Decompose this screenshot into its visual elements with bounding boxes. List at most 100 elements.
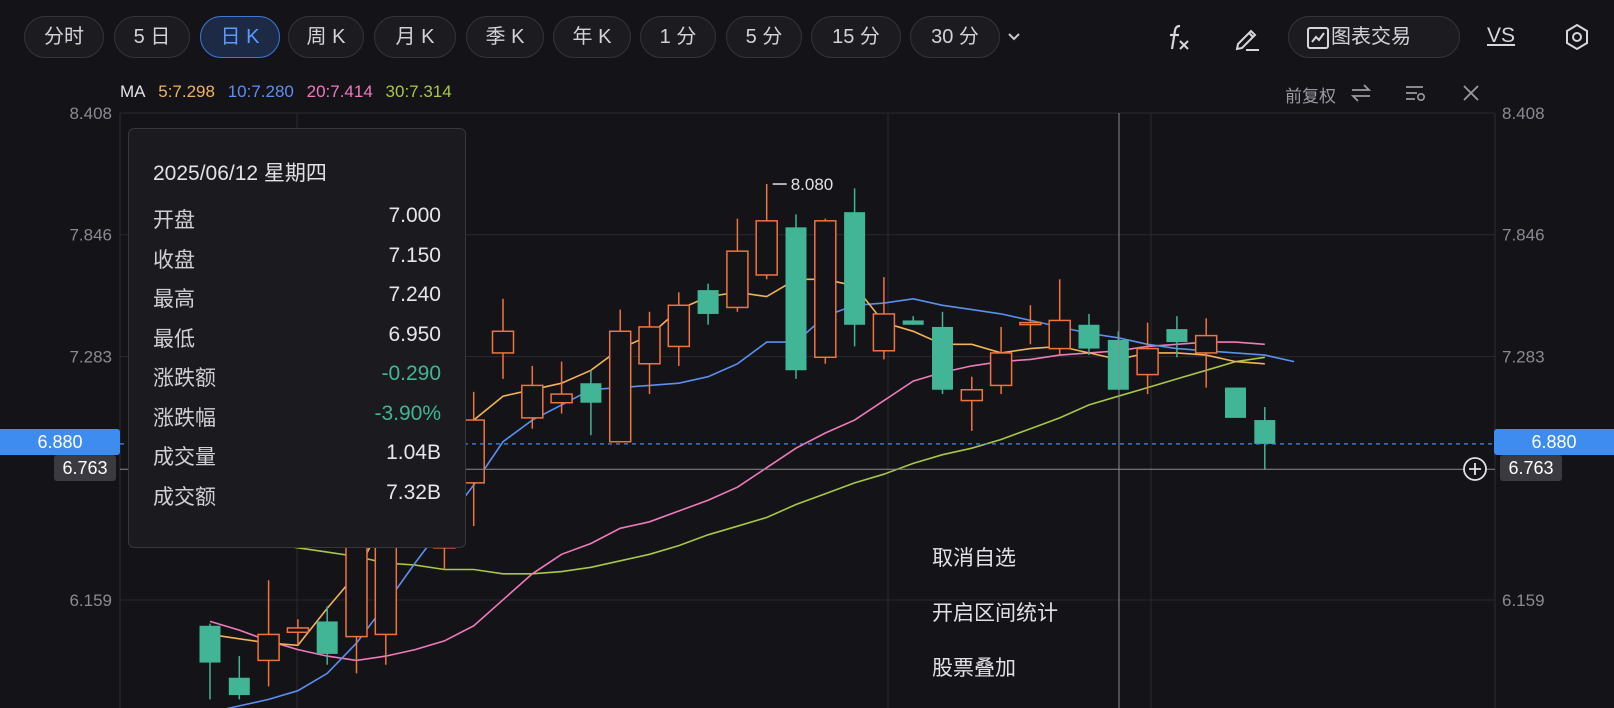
candle — [1048, 279, 1071, 356]
candle — [932, 311, 953, 395]
tooltip-value: 6.950 — [388, 322, 441, 346]
tooltip-value: 7.150 — [388, 243, 441, 267]
candle-body — [960, 388, 984, 402]
context-menu-item[interactable]: 股票叠加 — [932, 652, 1016, 682]
tooltip-row: 最高 7.240 — [153, 283, 441, 313]
candle-body — [1166, 329, 1188, 343]
candle-body — [228, 677, 250, 696]
y-tick-left: 8.408 — [69, 104, 112, 123]
candle — [286, 619, 310, 646]
candle — [667, 292, 691, 366]
tooltip-row: 最低 6.950 — [153, 323, 441, 353]
tooltip-row: 涨跌幅 -3.90% — [153, 402, 441, 432]
candle — [1078, 313, 1100, 356]
candle-body — [1078, 324, 1100, 349]
tooltip-date: 2025/06/12 星期四 — [153, 162, 327, 185]
y-tick-right: 7.846 — [1502, 226, 1545, 245]
candle — [228, 656, 250, 700]
tooltip-label: 收盘 — [153, 248, 195, 272]
current-price-tag-left: 6.880 — [0, 429, 120, 455]
candle — [316, 606, 338, 665]
crosshair-price-tag-left: 6.763 — [54, 455, 116, 481]
candle — [257, 580, 280, 687]
tooltip-row: 收盘 7.150 — [153, 244, 441, 274]
tooltip-label: 涨跌额 — [153, 367, 216, 390]
candle-body — [785, 227, 807, 371]
candle — [550, 361, 573, 414]
y-tick-left: 7.283 — [69, 348, 112, 367]
high-marker-label: 8.080 — [791, 175, 834, 194]
tooltip-value: -3.90% — [374, 401, 441, 425]
candle-body — [814, 220, 837, 359]
tooltip-label: 最低 — [153, 327, 195, 351]
current-price-tag-right: 6.880 — [1494, 429, 1614, 455]
candle-body — [608, 330, 632, 443]
candle — [580, 370, 602, 436]
candle-body — [697, 290, 719, 314]
candle — [1166, 316, 1188, 358]
candle-body — [1136, 347, 1159, 376]
candle — [1019, 305, 1042, 345]
candle-body — [199, 625, 221, 663]
candle-body — [1254, 420, 1276, 444]
context-menu-item[interactable]: 取消自选 — [932, 542, 1016, 572]
candle — [989, 326, 1013, 395]
y-tick-left: 7.846 — [69, 226, 112, 245]
candle-body — [1019, 321, 1042, 326]
tooltip-row: 涨跌额 -0.290 — [153, 362, 441, 392]
candle-body — [286, 627, 310, 634]
candle-body — [844, 212, 866, 325]
candle — [902, 316, 924, 325]
tooltip-value: 7.240 — [388, 283, 441, 306]
candle-body — [989, 352, 1013, 387]
candle — [638, 311, 661, 395]
candle-body — [1048, 319, 1071, 350]
candle-body — [638, 326, 661, 365]
candle-body — [1225, 387, 1246, 418]
candle-body — [902, 320, 924, 325]
candle — [1136, 322, 1159, 395]
tooltip-label: 成交额 — [153, 485, 216, 509]
plus-circle-icon[interactable] — [1462, 456, 1488, 482]
tooltip-label: 开盘 — [153, 209, 195, 232]
candle-body — [726, 250, 749, 309]
context-menu-item[interactable]: 开启区间统计 — [932, 597, 1058, 627]
candle-body — [316, 621, 338, 654]
candle — [814, 218, 837, 364]
tooltip-value: 1.04B — [386, 441, 441, 464]
y-tick-right: 7.283 — [1502, 348, 1545, 367]
candle — [491, 298, 515, 379]
candle — [1225, 387, 1246, 418]
candle-body — [462, 419, 485, 484]
candle — [1254, 407, 1276, 470]
candle-body — [550, 393, 573, 404]
candle-body — [1194, 334, 1218, 354]
tooltip-value: 7.32B — [386, 480, 441, 504]
y-tick-right: 6.159 — [1502, 591, 1545, 610]
tooltip-label: 成交量 — [153, 446, 216, 469]
candle — [608, 309, 632, 443]
candle-body — [1107, 339, 1129, 390]
candle-body — [872, 313, 896, 352]
tooltip-row: 成交额 7.32B — [153, 481, 441, 511]
tooltip-value: 7.000 — [388, 204, 441, 227]
y-tick-left: 6.159 — [69, 591, 112, 610]
candle — [755, 184, 778, 280]
candle-tooltip: 2025/06/12 星期四 开盘 7.000 收盘 7.150 最高 7.240 最低 6.… — [128, 128, 466, 548]
candle-body — [755, 220, 778, 276]
tooltip-row: 开盘 7.000 — [153, 204, 441, 234]
candle-body — [491, 330, 515, 354]
tooltip-row: 成交量 1.04B — [153, 441, 441, 471]
candle-body — [932, 326, 953, 390]
candle — [199, 623, 221, 700]
candle — [1194, 318, 1218, 388]
tooltip-label: 最高 — [153, 288, 195, 311]
candle — [960, 376, 984, 431]
candle-body — [667, 304, 691, 348]
tooltip-label: 涨跌幅 — [153, 406, 216, 430]
candle — [726, 218, 749, 312]
candle — [521, 365, 544, 429]
candle-body — [521, 384, 544, 419]
candle — [872, 277, 896, 360]
crosshair-price-tag-right: 6.763 — [1500, 455, 1562, 481]
